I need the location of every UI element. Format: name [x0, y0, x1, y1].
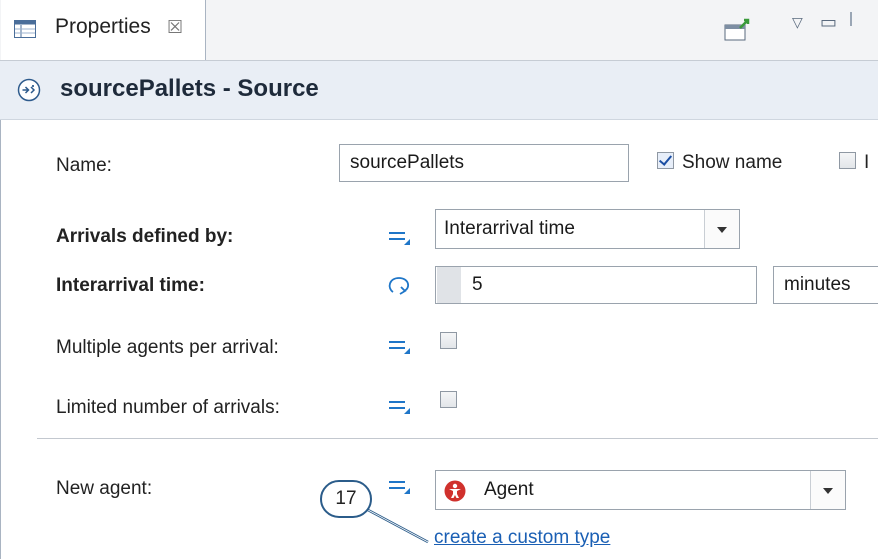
arrivals-label: Arrivals defined by:	[56, 226, 234, 247]
close-icon[interactable]: ☒	[167, 17, 183, 38]
static-value-icon[interactable]	[387, 474, 413, 496]
agent-icon	[444, 480, 466, 502]
new-agent-label: New agent:	[56, 478, 153, 499]
multiple-agents-checkbox[interactable]	[440, 332, 457, 349]
pin-view-icon[interactable]	[724, 18, 752, 42]
static-value-icon[interactable]	[387, 334, 413, 356]
tab-properties[interactable]: Properties ☒	[1, 0, 206, 60]
maximize-icon[interactable]	[850, 12, 858, 26]
minimize-icon[interactable]: ▭	[820, 12, 837, 33]
name-label: Name:	[56, 155, 112, 176]
name-field[interactable]: sourcePallets	[339, 144, 629, 182]
view-tab-bar: Properties ☒ ▽ ▭	[0, 0, 878, 61]
source-icon	[17, 78, 41, 102]
ignore-label: I	[864, 152, 870, 173]
section-divider	[37, 438, 878, 439]
show-name-checkbox[interactable]	[657, 152, 674, 169]
properties-header: sourcePallets - Source	[0, 61, 878, 120]
callout-badge: 17	[320, 480, 372, 518]
show-name-label: Show name	[682, 152, 783, 173]
view-menu-icon[interactable]: ▽	[792, 14, 803, 31]
static-value-icon[interactable]	[387, 394, 413, 416]
tab-label: Properties	[55, 15, 151, 38]
code-field-handle	[437, 267, 461, 303]
arrivals-select[interactable]: Interarrival time	[435, 209, 740, 249]
interarrival-value: 5	[472, 274, 483, 295]
new-agent-select-value: Agent	[484, 479, 534, 500]
limited-arrivals-checkbox[interactable]	[440, 391, 457, 408]
interarrival-label: Interarrival time:	[56, 275, 205, 296]
page-title: sourcePallets - Source	[60, 75, 319, 102]
new-agent-select[interactable]: Agent	[435, 470, 846, 510]
interarrival-unit-select[interactable]: minutes	[773, 266, 878, 304]
chevron-down-icon[interactable]	[704, 210, 739, 248]
properties-icon	[14, 20, 36, 38]
limited-arrivals-label: Limited number of arrivals:	[56, 397, 280, 418]
chevron-down-icon[interactable]	[810, 471, 845, 509]
create-custom-type-link[interactable]: create a custom type	[434, 527, 610, 549]
dynamic-value-icon[interactable]	[387, 274, 413, 298]
multiple-agents-label: Multiple agents per arrival:	[56, 337, 279, 358]
ignore-checkbox[interactable]	[839, 152, 856, 169]
arrivals-select-value: Interarrival time	[444, 218, 575, 239]
static-value-icon[interactable]	[387, 225, 413, 247]
interarrival-field[interactable]: 5	[435, 266, 757, 304]
